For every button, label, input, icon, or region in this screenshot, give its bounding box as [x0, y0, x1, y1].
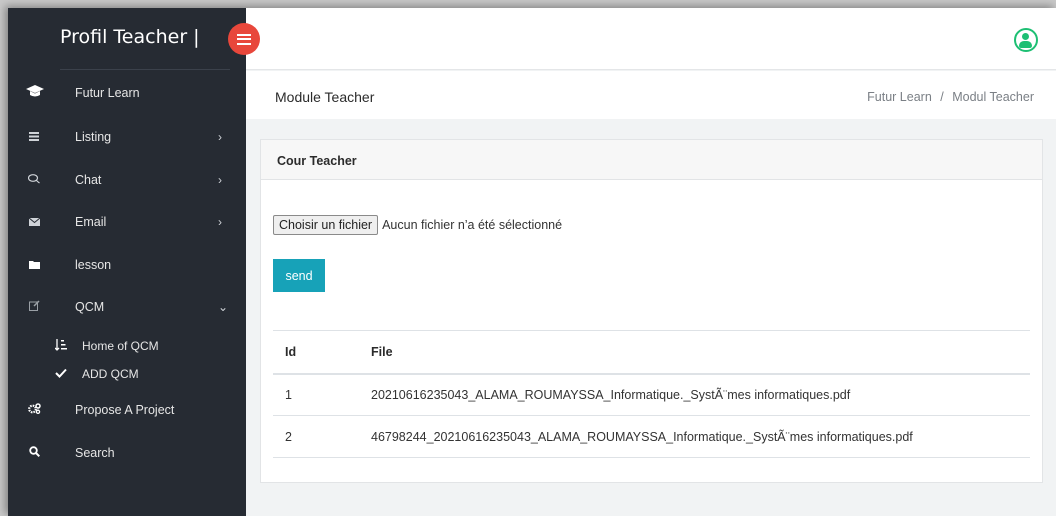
sidebar-item-label: lesson [75, 258, 112, 272]
file-input[interactable]: Choisir un fichier Aucun fichier n’a été… [273, 215, 562, 235]
gears-icon [26, 403, 42, 417]
graduation-cap-icon [26, 84, 44, 102]
sidebar-subitem-home-of-qcm[interactable]: Home of QCM [54, 336, 159, 356]
sidebar-item-propose-a-project[interactable]: Propose A Project [8, 398, 246, 422]
card-title: Cour Teacher [261, 140, 1042, 180]
sidebar-toggle-button[interactable] [228, 23, 260, 55]
sidebar-item-lesson[interactable]: lesson [8, 253, 246, 277]
breadcrumb: Futur Learn / Modul Teacher [867, 90, 1034, 104]
envelope-icon [26, 215, 42, 229]
sidebar-item-label: Chat [75, 173, 102, 187]
edit-icon [26, 300, 42, 314]
sidebar-item-chat[interactable]: Chat › [8, 168, 246, 192]
brand: Profil Teacher | [60, 26, 230, 70]
column-header-file: File [359, 330, 1030, 375]
chevron-down-icon: ⌄ [218, 300, 229, 314]
app-window: Profil Teacher | Futur Learn Listing › C… [8, 8, 1056, 516]
cell-file[interactable]: 46798244_20210616235043_ALAMA_ROUMAYSSA_… [359, 415, 1030, 458]
table-row: 1 20210616235043_ALAMA_ROUMAYSSA_Informa… [273, 373, 1030, 416]
check-icon [55, 367, 69, 381]
sidebar-item-search[interactable]: Search [8, 441, 246, 465]
sidebar-subitem-label: Home of QCM [82, 339, 159, 353]
table-row: 2 46798244_20210616235043_ALAMA_ROUMAYSS… [273, 415, 1030, 458]
breadcrumb-separator: / [940, 90, 944, 104]
page-header: Module Teacher Futur Learn / Modul Teach… [246, 71, 1056, 119]
brand-title: Profil Teacher | [60, 26, 200, 48]
topbar [246, 8, 1056, 70]
sidebar-item-label: Search [75, 446, 115, 460]
breadcrumb-current: Modul Teacher [952, 90, 1034, 104]
sidebar-subitem-add-qcm[interactable]: ADD QCM [55, 364, 139, 384]
breadcrumb-home-link[interactable]: Futur Learn [867, 90, 932, 104]
sidebar-item-email[interactable]: Email › [8, 210, 246, 234]
chevron-right-icon: › [218, 173, 222, 187]
table-header-row: Id File [273, 330, 1030, 375]
send-button[interactable]: send [273, 259, 325, 292]
sidebar-item-label: QCM [75, 300, 105, 314]
chat-icon [26, 173, 42, 187]
sidebar-item-label: Email [75, 215, 107, 229]
cell-id: 2 [273, 415, 359, 458]
menu-icon [237, 33, 251, 45]
sidebar-item-label: Propose A Project [75, 403, 175, 417]
search-icon [26, 446, 42, 460]
cell-file[interactable]: 20210616235043_ALAMA_ROUMAYSSA_Informati… [359, 373, 1030, 416]
sidebar-item-listing[interactable]: Listing › [8, 125, 246, 149]
choose-file-button[interactable]: Choisir un fichier [273, 215, 379, 235]
sidebar-item-qcm[interactable]: QCM ⌄ [8, 295, 246, 319]
sidebar-item-futur-learn[interactable]: Futur Learn [8, 81, 246, 105]
page-title: Module Teacher [275, 89, 375, 105]
folder-icon [26, 258, 42, 272]
sidebar-item-label: Listing [75, 130, 112, 144]
course-card: Cour Teacher Choisir un fichier Aucun fi… [260, 139, 1043, 483]
user-avatar-icon[interactable] [1014, 28, 1038, 52]
chevron-right-icon: › [218, 130, 222, 144]
chevron-right-icon: › [218, 215, 222, 229]
cell-id: 1 [273, 373, 359, 416]
list-icon [26, 130, 42, 144]
sidebar: Profil Teacher | Futur Learn Listing › C… [8, 8, 246, 516]
sort-icon [54, 338, 69, 354]
sidebar-subitem-label: ADD QCM [82, 367, 139, 381]
sidebar-item-label: Futur Learn [75, 86, 140, 100]
column-header-id: Id [273, 330, 359, 375]
files-table: Id File 1 20210616235043_ALAMA_ROUMAYSSA… [273, 330, 1030, 458]
file-status: Aucun fichier n’a été sélectionné [382, 218, 563, 232]
